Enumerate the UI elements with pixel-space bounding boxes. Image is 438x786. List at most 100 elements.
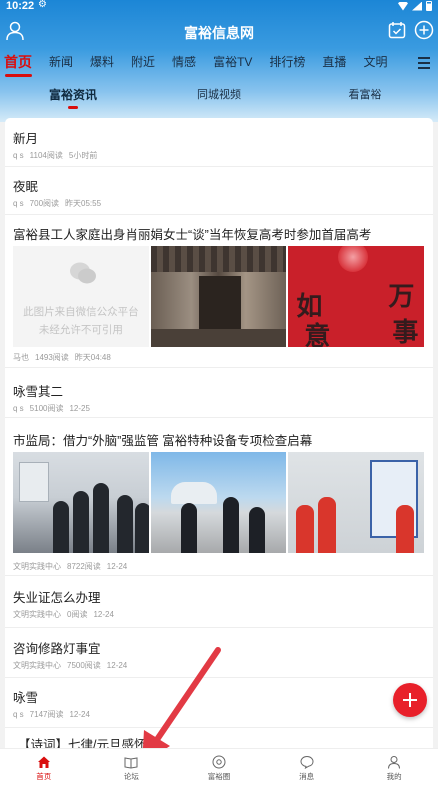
article-title: 夜眠 xyxy=(13,180,39,194)
tab-tipoff[interactable]: 爆料 xyxy=(81,52,122,78)
image-placeholder: 此图片来自微信公众平台 未经允许不可引用 xyxy=(13,246,149,347)
article-time: 12-24 xyxy=(93,610,114,619)
settings-status-icon: ⚙ xyxy=(38,0,47,10)
article-reads: 1493阅读 xyxy=(35,353,69,362)
article-meta: q s 5100阅读 12-25 xyxy=(13,403,96,414)
article-image: 如 意 万 事 xyxy=(288,246,425,347)
bottom-tab-forum[interactable]: 论坛 xyxy=(88,749,176,786)
article-title: 富裕县工人家庭出身肖丽娟女士“谈”当年恢复高考时参加首届高考 xyxy=(13,228,372,242)
bottom-tab-profile[interactable]: 我的 xyxy=(350,749,438,786)
home-icon xyxy=(37,756,50,768)
article-meta: 文明实践中心 7500阅读 12-24 xyxy=(13,660,133,671)
article-author: 马也 xyxy=(13,353,29,362)
bottom-tab-label: 我的 xyxy=(386,772,402,781)
article-author: q s xyxy=(13,151,24,160)
status-time: 10:22 xyxy=(6,0,35,12)
article-title: 市监局：借力“外脑”强监管 富裕特种设备专项检查启幕 xyxy=(13,434,313,448)
article-time: 5小时前 xyxy=(68,151,98,160)
article-meta: q s 7147阅读 12-24 xyxy=(13,709,96,720)
list-item[interactable]: 【诗词】七律/元旦感怀 xyxy=(5,728,433,748)
article-image xyxy=(150,452,287,553)
tab-fuyu-tv[interactable]: 富裕TV xyxy=(204,52,260,78)
add-icon[interactable] xyxy=(414,20,434,40)
list-item[interactable]: 咏雪其二 q s 5100阅读 12-25 xyxy=(5,368,433,418)
placeholder-text: 此图片来自微信公众平台 xyxy=(23,306,139,318)
placeholder-text: 未经允许不可引用 xyxy=(38,324,123,336)
article-reads: 5100阅读 xyxy=(29,404,64,413)
tab-home[interactable]: 首页 xyxy=(0,52,40,78)
list-item[interactable]: 新月 q s 1104阅读 5小时前 xyxy=(5,118,433,167)
bottom-tab-fuyu-circle[interactable]: 富裕圈 xyxy=(175,749,263,786)
list-item[interactable]: 夜眠 q s 700阅读 昨天05:55 xyxy=(5,167,433,215)
article-time: 12-24 xyxy=(69,710,90,719)
status-bar: 10:22 ⚙ xyxy=(0,0,438,14)
article-time: 昨天05:55 xyxy=(65,199,102,208)
article-reads: 1104阅读 xyxy=(29,151,63,160)
article-reads: 7147阅读 xyxy=(29,710,64,719)
list-item[interactable]: 咏雪 q s 7147阅读 12-24 xyxy=(5,678,433,728)
article-title: 【诗词】七律/元旦感怀 xyxy=(18,738,147,748)
decor-character: 意 xyxy=(304,322,331,347)
article-author: 文明实践中心 xyxy=(13,661,61,670)
article-time: 12-24 xyxy=(106,661,128,670)
bottom-tab-home[interactable]: 首页 xyxy=(0,749,88,786)
article-time: 12-25 xyxy=(69,404,90,413)
tab-nearby[interactable]: 附近 xyxy=(122,52,163,78)
menu-icon[interactable] xyxy=(418,57,430,69)
circle-compass-icon xyxy=(212,755,226,769)
list-item[interactable]: 失业证怎么办理 文明实践中心 0阅读 12-24 xyxy=(5,576,433,628)
wechat-logo-icon xyxy=(70,262,96,284)
signal-icon xyxy=(412,1,422,11)
article-meta: 文明实践中心 8722阅读 12-24 xyxy=(13,561,133,572)
decor-character: 万 xyxy=(388,282,415,312)
article-author: q s xyxy=(13,199,24,208)
person-icon xyxy=(388,756,401,769)
article-meta: 马也 1493阅读 昨天04:48 xyxy=(13,352,117,363)
article-time: 12-24 xyxy=(106,562,128,571)
article-reads: 7500阅读 xyxy=(67,661,101,670)
user-icon[interactable] xyxy=(6,21,24,41)
article-title: 失业证怎么办理 xyxy=(13,591,101,605)
message-bubble-icon xyxy=(300,755,314,769)
app-title: 富裕信息网 xyxy=(184,25,254,41)
tab-emotion[interactable]: 情感 xyxy=(163,52,204,78)
forum-book-icon xyxy=(124,757,138,769)
article-image xyxy=(288,452,425,553)
article-author: 文明实践中心 xyxy=(13,562,61,571)
tab-ranking[interactable]: 排行榜 xyxy=(260,52,313,78)
bottom-tab-label: 富裕圈 xyxy=(207,772,231,781)
bottom-tab-messages[interactable]: 消息 xyxy=(263,749,351,786)
subtab-fuyu-news[interactable]: 富裕资讯 xyxy=(0,86,146,112)
article-title: 咨询修路灯事宜 xyxy=(13,642,101,656)
article-reads: 8722阅读 xyxy=(67,562,101,571)
article-author: 文明实践中心 xyxy=(13,610,61,619)
list-item[interactable]: 市监局：借力“外脑”强监管 富裕特种设备专项检查启幕 文明实践中心 8722阅读… xyxy=(5,418,433,576)
decor-character: 事 xyxy=(392,318,419,347)
article-images: 此图片来自微信公众平台 未经允许不可引用 如 意 万 事 xyxy=(13,246,425,347)
post-button[interactable] xyxy=(393,683,427,717)
article-images xyxy=(13,452,425,553)
subtab-local-video[interactable]: 同城视频 xyxy=(146,86,292,112)
article-author: q s xyxy=(13,710,24,719)
news-feed: 新月 q s 1104阅读 5小时前 夜眠 q s 700阅读 昨天05:55 富裕县工… xyxy=(5,118,433,748)
battery-icon xyxy=(426,1,432,11)
article-reads: 0阅读 xyxy=(67,610,88,619)
list-item[interactable]: 富裕县工人家庭出身肖丽娟女士“谈”当年恢复高考时参加首届高考 此图片来自微信公众… xyxy=(5,215,433,368)
bottom-tab-label: 首页 xyxy=(36,772,52,781)
tab-civilization[interactable]: 文明 xyxy=(354,52,395,78)
article-meta: q s 1104阅读 5小时前 xyxy=(13,150,103,161)
subtab-see-fuyu[interactable]: 看富裕 xyxy=(292,86,438,112)
channel-tabs: 首页 新闻 爆料 附近 情感 富裕TV 排行榜 直播 文明 xyxy=(0,52,410,78)
article-title: 新月 xyxy=(13,132,39,146)
article-time: 昨天04:48 xyxy=(74,353,111,362)
article-title: 咏雪其二 xyxy=(13,385,64,399)
article-author: q s xyxy=(13,404,24,413)
bottom-tab-label: 论坛 xyxy=(123,772,139,781)
sub-tabs: 富裕资讯 同城视频 看富裕 xyxy=(0,86,438,112)
article-meta: q s 700阅读 昨天05:55 xyxy=(13,198,107,209)
tab-news[interactable]: 新闻 xyxy=(40,52,81,78)
list-item[interactable]: 咨询修路灯事宜 文明实践中心 7500阅读 12-24 xyxy=(5,628,433,678)
article-meta: 文明实践中心 0阅读 12-24 xyxy=(13,609,120,620)
tab-live[interactable]: 直播 xyxy=(313,52,354,78)
calendar-check-icon[interactable] xyxy=(388,21,406,39)
